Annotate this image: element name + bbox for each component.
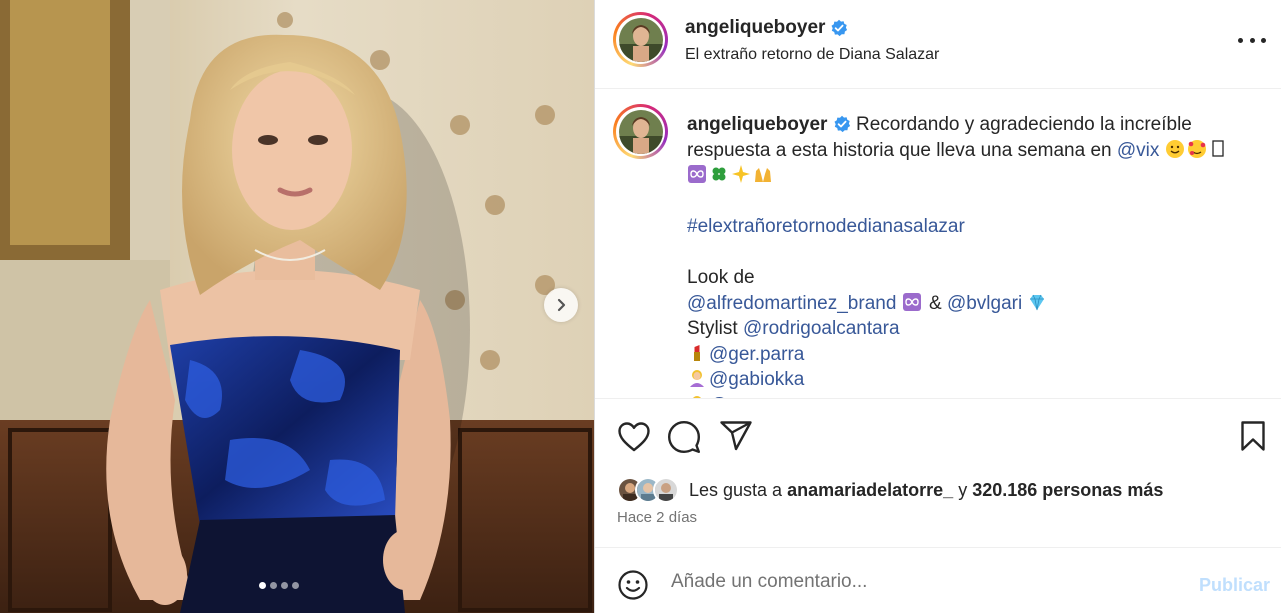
lipstick-emoji-icon: [694, 344, 700, 361]
more-options-icon: [1238, 37, 1243, 43]
mention-rodrigo[interactable]: @rodrigoalcantara: [743, 318, 900, 339]
paper-plane-icon[interactable]: [719, 420, 753, 452]
carousel-dot-1: [259, 582, 266, 589]
post-timestamp[interactable]: Hace 2 días: [617, 509, 697, 526]
caption-text: angeliqueboyer Recordando y agradeciendo…: [687, 112, 1247, 398]
comment-bar: Publicar: [595, 547, 1281, 613]
chevron-right-icon: [557, 298, 566, 312]
mention-ger[interactable]: @ger.parra: [709, 344, 804, 365]
likes-count-link[interactable]: 320.186 personas más: [972, 480, 1163, 500]
smiley-icon[interactable]: [617, 569, 649, 601]
person-haircut-emoji-icon: [690, 370, 704, 387]
post-media[interactable]: [0, 0, 594, 613]
sparkles-emoji-icon: [732, 165, 750, 183]
carousel-indicator: [259, 582, 299, 589]
likes-text: Les gusta a anamariadelatorre_ y 320.186…: [689, 480, 1163, 501]
hashtag-link[interactable]: #elextrañoretornodedianasalazar: [687, 216, 965, 237]
first-liker-username[interactable]: anamariadelatorre_: [787, 480, 953, 500]
verified-badge-icon: [834, 115, 850, 133]
post-author[interactable]: angeliqueboyer: [685, 17, 848, 39]
mention-alfredo[interactable]: @alfredomartinez_brand: [687, 293, 896, 314]
unknown-glyph-icon: [1212, 139, 1224, 157]
comment-input[interactable]: [671, 566, 1191, 598]
smiling-face-emoji-icon: [1165, 139, 1184, 158]
carousel-dot-2: [270, 582, 277, 589]
mention-vix[interactable]: @vix: [1117, 140, 1160, 161]
speech-bubble-icon[interactable]: [667, 420, 701, 454]
heart-outline-icon[interactable]: [617, 421, 651, 453]
avatar[interactable]: [613, 12, 668, 67]
caption-username[interactable]: angeliqueboyer: [687, 114, 827, 135]
post-actions: Les gusta a anamariadelatorre_ y 320.186…: [595, 398, 1281, 548]
gem-stone-emoji-icon: [1030, 294, 1045, 310]
instagram-post: angeliqueboyer El extraño retorno de Dia…: [0, 0, 1281, 613]
likes-prefix: Les gusta a: [689, 479, 783, 500]
post-header: angeliqueboyer El extraño retorno de Dia…: [595, 0, 1281, 89]
bookmark-icon[interactable]: [1239, 420, 1267, 452]
raising-hands-emoji-icon: [755, 168, 771, 182]
smiling-face-hearts-emoji-icon: [1187, 139, 1206, 158]
publish-button[interactable]: Publicar: [1199, 575, 1270, 596]
four-leaf-clover-emoji-icon: [712, 167, 726, 181]
mention-bvlgari[interactable]: @bvlgari: [947, 293, 1022, 314]
look-label: Look de: [687, 267, 755, 288]
post-side-panel: angeliqueboyer El extraño retorno de Dia…: [594, 0, 1281, 613]
more-options-button[interactable]: [1238, 30, 1266, 50]
carousel-dot-4: [292, 582, 299, 589]
avatar-image: [618, 17, 663, 62]
next-slide-button[interactable]: [544, 288, 578, 322]
mention-gabi[interactable]: @gabiokka: [709, 369, 804, 390]
caption-section: angeliqueboyer Recordando y agradeciendo…: [595, 90, 1281, 398]
ampersand-text: &: [928, 292, 942, 314]
liker-avatar[interactable]: [653, 477, 679, 503]
avatar-image: [618, 109, 663, 154]
post-author-username[interactable]: angeliqueboyer: [685, 17, 825, 39]
infinity-emoji-icon: [688, 165, 706, 183]
post-location[interactable]: El extraño retorno de Diana Salazar: [685, 46, 939, 64]
infinity-emoji-icon: [902, 292, 921, 311]
caption-avatar[interactable]: [613, 104, 668, 159]
verified-badge-icon: [831, 19, 848, 37]
likes-joiner: y: [958, 479, 968, 500]
post-photo: [0, 0, 594, 613]
stylist-label: Stylist: [687, 318, 738, 339]
carousel-dot-3: [281, 582, 288, 589]
likes-summary: Les gusta a anamariadelatorre_ y 320.186…: [617, 476, 1163, 504]
